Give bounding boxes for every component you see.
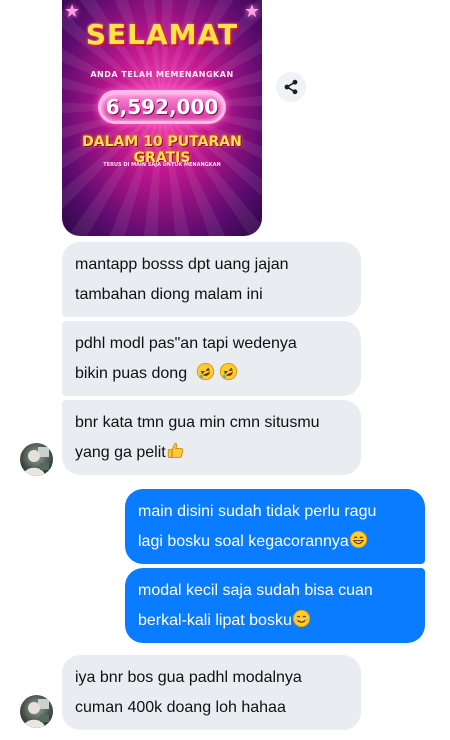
banner-amount: 6,592,000 bbox=[98, 90, 226, 124]
rofl-emoji-icon bbox=[196, 362, 214, 381]
smiling-emoji-icon bbox=[292, 609, 311, 628]
message-line: iya bnr bos gua padhl modalnya bbox=[75, 669, 302, 686]
message-line: yang ga pelit bbox=[75, 444, 166, 461]
message-bubble-outgoing[interactable]: modal kecil saja sudah bisa cuan berkal-… bbox=[125, 568, 425, 643]
message-line: pdhl modl pas"an tapi wedenya bbox=[75, 335, 297, 352]
person-avatar-icon bbox=[23, 699, 49, 728]
share-button[interactable] bbox=[276, 72, 306, 102]
message-line: bnr kata tmn gua min cmn situsmu bbox=[75, 414, 320, 431]
message-line: berkal-kali lipat bosku bbox=[138, 612, 292, 629]
message-line: cuman 400k doang loh hahaa bbox=[75, 699, 286, 716]
shared-image[interactable]: ★ ★ SELAMAT ANDA TELAH MEMENANGKAN 6,592… bbox=[62, 0, 262, 236]
message-line: tambahan diong malam ini bbox=[75, 286, 263, 303]
banner-title: SELAMAT bbox=[85, 18, 239, 51]
thumbs-up-emoji-icon bbox=[167, 443, 183, 459]
message-bubble-outgoing[interactable]: main disini sudah tidak perlu ragu lagi … bbox=[125, 489, 425, 564]
message-bubble-incoming[interactable]: iya bnr bos gua padhl modalnya cuman 400… bbox=[62, 655, 361, 730]
avatar[interactable] bbox=[20, 695, 53, 728]
grinning-emoji-icon bbox=[349, 530, 367, 549]
message-line: main disini sudah tidak perlu ragu bbox=[138, 503, 377, 520]
message-line: modal kecil saja sudah bisa cuan bbox=[138, 582, 373, 599]
message-bubble-incoming[interactable]: pdhl modl pas"an tapi wedenya bikin puas… bbox=[62, 321, 361, 396]
share-icon bbox=[284, 79, 298, 95]
message-bubble-incoming[interactable]: bnr kata tmn gua min cmn situsmu yang ga… bbox=[62, 400, 361, 475]
message-line: bikin puas dong bbox=[75, 365, 188, 382]
rofl-emoji-icon bbox=[219, 362, 238, 381]
message-bubble-incoming[interactable]: mantapp bosss dpt uang jajan tambahan di… bbox=[62, 242, 361, 317]
person-avatar-icon bbox=[23, 447, 49, 476]
banner-caption: TERUS DI MAIN SAJA UNTUK MENANGKAN bbox=[103, 162, 221, 168]
avatar[interactable] bbox=[20, 443, 53, 476]
message-line: lagi bosku soal kegacorannya bbox=[138, 533, 349, 550]
message-line: mantapp bosss dpt uang jajan bbox=[75, 256, 289, 273]
banner-subtitle: ANDA TELAH MEMENANGKAN bbox=[90, 70, 234, 79]
